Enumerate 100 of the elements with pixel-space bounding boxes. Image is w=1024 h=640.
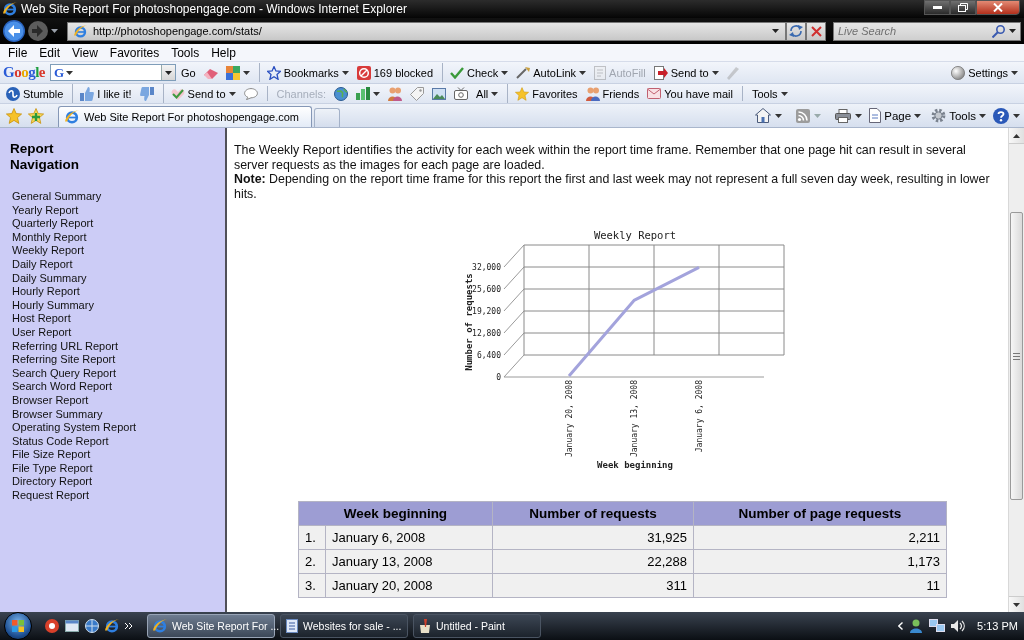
friends-button[interactable]: Friends	[582, 84, 643, 103]
globe-icon[interactable]	[334, 86, 349, 101]
search-box[interactable]: Live Search	[833, 21, 1021, 41]
column-header: Week beginning	[299, 502, 492, 525]
taskbar-button[interactable]: Websites for sale - ...	[280, 614, 408, 638]
menu-item[interactable]: Tools	[165, 45, 206, 60]
toolbar-search-box[interactable]: G	[50, 64, 176, 81]
window-icon[interactable]	[65, 620, 79, 632]
menu-item[interactable]: Edit	[33, 45, 67, 60]
go-button[interactable]: Go	[178, 63, 199, 82]
column-header: Number of page requests	[694, 502, 946, 525]
nav-link[interactable]: Hourly Summary	[10, 298, 94, 313]
refresh-button[interactable]	[786, 21, 806, 41]
menu-item[interactable]: Favorites	[103, 45, 166, 60]
photo-icon[interactable]	[432, 87, 447, 100]
menu-item[interactable]: File	[2, 45, 34, 60]
double-chevron-icon[interactable]	[125, 623, 132, 629]
nav-link[interactable]: Request Report	[10, 489, 90, 503]
speaker-icon[interactable]	[951, 620, 966, 632]
search-engine-menu[interactable]: G	[51, 64, 77, 81]
nav-link[interactable]: Status Code Report	[10, 434, 109, 449]
document-icon	[286, 619, 298, 633]
menu-item[interactable]: Help	[205, 45, 242, 60]
nav-link[interactable]: Search Word Report	[10, 380, 113, 394]
nav-link[interactable]: Search Query Report	[10, 366, 116, 381]
all-channels-button[interactable]: All	[473, 84, 502, 103]
category-label: January 20, 2008	[565, 380, 574, 458]
address-bar[interactable]: http://photoshopengage.com/stats/	[67, 21, 786, 41]
nav-link[interactable]: Yearly Report	[10, 203, 79, 218]
caret-icon	[1013, 113, 1020, 118]
caret-icon	[242, 70, 250, 75]
nav-link[interactable]: Daily Report	[10, 257, 73, 272]
envelope-icon	[647, 88, 662, 99]
mail-button[interactable]: You have mail	[644, 84, 736, 103]
start-button[interactable]	[4, 612, 32, 640]
page-menu-button[interactable]: Page	[866, 106, 925, 125]
close-button[interactable]	[976, 0, 1020, 15]
menu-item[interactable]: View	[66, 45, 104, 60]
search-icon[interactable]	[992, 24, 1005, 38]
clock-time[interactable]: 5:13 PM	[977, 620, 1018, 632]
person-icon[interactable]	[909, 619, 924, 633]
nav-link[interactable]: Browser Report	[10, 393, 89, 408]
up-arrow-icon[interactable]	[1013, 133, 1020, 138]
back-arrow-icon[interactable]	[3, 20, 25, 42]
nav-link[interactable]: Daily Summary	[10, 271, 87, 286]
dropdown-button[interactable]	[161, 65, 175, 80]
nav-link[interactable]: Referring URL Report	[10, 339, 118, 354]
home-icon[interactable]	[755, 108, 772, 123]
nav-link[interactable]: Referring Site Report	[10, 353, 116, 367]
nav-link[interactable]: Hourly Report	[10, 285, 80, 299]
print-icon[interactable]	[835, 108, 852, 123]
taskbar-button[interactable]: Untitled - Paint	[413, 614, 541, 638]
ring-icon[interactable]	[45, 619, 59, 633]
people-icon	[585, 86, 600, 101]
nav-link[interactable]: File Type Report	[10, 461, 93, 476]
tools-menu-button[interactable]: Tools	[928, 106, 989, 125]
stop-button[interactable]	[806, 21, 826, 41]
autolink-button[interactable]: AutoLink	[513, 63, 590, 82]
nav-link[interactable]: File Size Report	[10, 448, 91, 462]
like-button[interactable]: I like it!	[72, 84, 135, 103]
star-icon[interactable]	[6, 107, 22, 124]
minimize-button[interactable]	[924, 0, 950, 15]
tag-icon[interactable]	[410, 86, 425, 101]
nav-link[interactable]: Quarterly Report	[10, 217, 94, 231]
address-input[interactable]: http://photoshopengage.com/stats/	[93, 23, 766, 39]
nav-link[interactable]: User Report	[10, 325, 72, 340]
pen-cup-icon	[419, 619, 431, 633]
browser-logo-icon[interactable]	[105, 619, 119, 633]
nav-link[interactable]: General Summary	[10, 190, 102, 204]
search-input[interactable]: Live Search	[838, 23, 988, 39]
column-header: Number of requests	[493, 502, 693, 525]
nav-link[interactable]: Operating System Report	[10, 421, 137, 435]
nav-link[interactable]: Monthly Report	[10, 230, 87, 245]
feed-icon[interactable]	[796, 108, 811, 123]
restore-icon	[958, 3, 968, 12]
send-button[interactable]: Send to	[650, 63, 722, 82]
chevron-left-icon[interactable]	[898, 622, 904, 630]
browser-tab[interactable]: Web Site Report For photoshopengage.com	[58, 106, 313, 127]
nav-link[interactable]: Host Report	[10, 312, 71, 326]
nav-link[interactable]: Directory Report	[10, 475, 93, 490]
stumble-button[interactable]: Stumble	[3, 84, 67, 103]
nav-link[interactable]: Weekly Report	[10, 244, 84, 258]
favorites-button[interactable]: Favorites	[507, 84, 581, 103]
popup-blocker-button[interactable]: 169 blocked	[353, 63, 437, 82]
down-arrow-icon[interactable]	[1013, 602, 1020, 607]
tools-menu-button[interactable]: Tools	[748, 84, 791, 103]
toolbar-logo[interactable]: Google	[3, 64, 45, 81]
two-screens-icon[interactable]	[929, 619, 946, 633]
bar-chart-icon[interactable]	[356, 87, 371, 100]
settings-button[interactable]: Settings	[948, 63, 1021, 82]
star-plus-icon[interactable]	[28, 107, 44, 124]
bookmarks-button[interactable]: Bookmarks	[258, 63, 352, 82]
scrollbar-thumb[interactable]	[1010, 212, 1023, 500]
spellcheck-button[interactable]: Check	[442, 63, 512, 82]
tv-icon[interactable]	[454, 87, 469, 100]
share-button[interactable]: Send to	[162, 84, 239, 103]
restore-button[interactable]	[950, 0, 976, 15]
help-icon[interactable]	[993, 107, 1009, 124]
nav-link[interactable]: Browser Summary	[10, 407, 103, 422]
people-icon[interactable]	[388, 86, 403, 101]
